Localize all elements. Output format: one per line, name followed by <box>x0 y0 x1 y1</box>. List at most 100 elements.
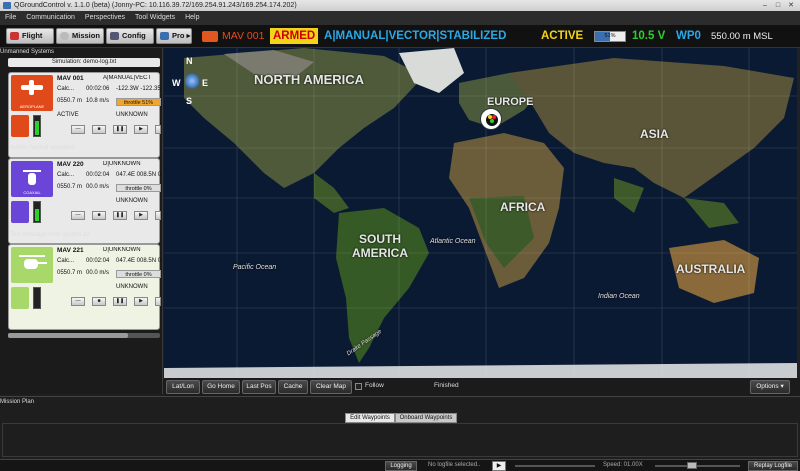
menu-communication[interactable]: Communication <box>21 11 80 25</box>
menu-tool-widgets[interactable]: Tool Widgets <box>130 11 180 25</box>
battery-voltage: 10.5 V <box>632 30 666 42</box>
stop-button[interactable]: ■ <box>92 297 106 306</box>
config-perspective-button[interactable]: Config <box>106 28 154 44</box>
launch-button[interactable]: — <box>71 211 85 220</box>
uas-name: MAV 221 <box>57 247 84 254</box>
waypoint-list-area[interactable] <box>2 423 798 457</box>
vehicle-marker[interactable] <box>480 108 502 130</box>
log-player-bar: Logging No logfile selected.. ▶ Speed: 0… <box>0 459 800 471</box>
log-position-slider[interactable] <box>515 465 595 467</box>
uas-state: Calc... <box>57 258 75 264</box>
stop-button[interactable]: ■ <box>92 211 106 220</box>
mode-text: A|MANUAL|VECTOR|STABILIZED <box>324 30 507 42</box>
speed-slider[interactable] <box>655 462 740 469</box>
launch-button[interactable]: — <box>71 125 85 134</box>
menu-help[interactable]: Help <box>180 11 204 25</box>
uas-time: 00:02:04 <box>86 258 110 264</box>
play-button[interactable]: ▶ <box>134 297 148 306</box>
last-pos-button[interactable]: Last Pos <box>242 380 276 394</box>
mav-type-icon <box>202 31 218 42</box>
uas-card-mav-221[interactable]: MAV 221 D|UNKNOWN Calc... 00:02:04 047.4… <box>8 244 161 330</box>
logfile-status: No logfile selected.. <box>428 462 481 468</box>
armed-badge: ARMED <box>270 28 319 44</box>
follow-label: Follow <box>365 382 384 389</box>
more-button[interactable] <box>155 125 161 134</box>
uas-time: 00:02:04 <box>86 172 110 178</box>
stop-button[interactable]: ■ <box>92 125 106 134</box>
pause-button[interactable]: ❚❚ <box>113 297 127 306</box>
speed-slider-handle[interactable] <box>687 462 697 469</box>
waypoint-indicator: WP0 <box>676 30 701 42</box>
title-bar: QGroundControl v. 1.1.0 (beta) (Jonny-PC… <box>0 0 800 11</box>
uas-nav-mode: UNKNOWN <box>116 112 148 118</box>
more-button[interactable] <box>155 211 161 220</box>
uas-position: -122.3W -122.35 <box>116 86 161 92</box>
play-log-button[interactable]: ▶ <box>492 461 506 471</box>
mission-perspective-button[interactable]: Mission <box>56 28 104 44</box>
clear-map-button[interactable]: Clear Map <box>310 380 352 394</box>
panel-title: Unmanned Systems <box>0 49 55 55</box>
label-south-america: SOUTH AMERICA <box>352 232 408 260</box>
tab-edit-waypoints[interactable]: Edit Waypoints <box>345 413 395 423</box>
uas-speed: 00.0 m/s <box>86 184 110 190</box>
uas-altitude: 0550.7 m <box>57 184 83 190</box>
cloud-icon <box>60 32 69 40</box>
map-view[interactable]: N W E S NORTH AMERICA EUROPE ASIA AFRICA… <box>164 48 800 378</box>
uas-message: Active, normal operation. <box>10 145 77 151</box>
uas-speed: 10.8 m/s <box>86 98 110 104</box>
minimize-icon[interactable]: – <box>760 1 770 10</box>
compass-icon <box>185 72 199 90</box>
dropdown-arrow-icon: ▸ <box>184 31 191 40</box>
uas-position: 047.4E 008.5N 0 <box>116 172 162 178</box>
speed-label: Speed: 01.00X <box>603 462 643 468</box>
map-status: Finished <box>434 382 459 389</box>
replay-logfile-button[interactable]: Replay Logfile <box>748 461 798 471</box>
flight-icon <box>10 32 19 40</box>
main-toolbar: Flight Mission Config Pro ▸ MAV 001 ARME… <box>0 25 800 48</box>
battery-icon <box>33 287 41 309</box>
flight-perspective-button[interactable]: Flight <box>6 28 54 44</box>
follow-checkbox[interactable] <box>355 383 362 390</box>
mission-plan-title: Mission Plan <box>0 399 35 405</box>
go-home-button[interactable]: Go Home <box>202 380 240 394</box>
wrench-icon <box>110 32 119 40</box>
lat-lon-button[interactable]: Lat/Lon <box>166 380 200 394</box>
label-pacific-ocean: Pacific Ocean <box>233 264 277 271</box>
menu-bar: File Communication Perspectives Tool Widget… <box>0 11 800 25</box>
tab-onboard-waypoints[interactable]: Onboard Waypoints <box>395 413 457 423</box>
pro-perspective-button[interactable]: Pro ▸ <box>156 28 192 44</box>
map-toolbar: Lat/Lon Go Home Last Pos Cache Clear Map… <box>164 378 800 396</box>
uas-altitude: 0550.7 m <box>57 98 83 104</box>
uas-color-swatch[interactable] <box>11 287 29 309</box>
play-button[interactable]: ▶ <box>134 125 148 134</box>
menu-file[interactable]: File <box>0 11 21 25</box>
uas-name: MAV 220 <box>57 161 84 168</box>
uas-color-swatch[interactable] <box>11 115 29 137</box>
more-button[interactable] <box>155 297 161 306</box>
pause-button[interactable]: ❚❚ <box>113 125 127 134</box>
battery-icon <box>33 115 41 137</box>
label-north-america: NORTH AMERICA <box>254 72 365 87</box>
launch-button[interactable]: — <box>71 297 85 306</box>
label-australia: AUSTRALIA <box>676 262 746 276</box>
app-icon <box>3 2 11 9</box>
helicopter-icon <box>11 247 53 283</box>
uas-color-swatch[interactable] <box>11 201 29 223</box>
uas-state: Calc... <box>57 86 75 92</box>
options-button[interactable]: Options ▾ <box>750 380 790 394</box>
menu-perspectives[interactable]: Perspectives <box>80 11 130 25</box>
uas-message: Text message from system 32 <box>10 232 90 238</box>
close-icon[interactable]: ✕ <box>786 1 796 10</box>
compass-rose[interactable]: N W E S <box>172 56 212 108</box>
logging-button[interactable]: Logging <box>385 461 417 471</box>
throttle-gauge: 51% <box>594 31 626 42</box>
panel-horizontal-scrollbar[interactable] <box>8 333 160 338</box>
plane-icon <box>160 32 169 40</box>
cache-button[interactable]: Cache <box>278 380 308 394</box>
label-africa: AFRICA <box>500 200 546 214</box>
pause-button[interactable]: ❚❚ <box>113 211 127 220</box>
play-button[interactable]: ▶ <box>134 211 148 220</box>
label-asia: ASIA <box>640 127 669 141</box>
simulation-label: Simulation: demo-log.txt <box>8 58 160 67</box>
maximize-icon[interactable]: □ <box>773 1 783 10</box>
